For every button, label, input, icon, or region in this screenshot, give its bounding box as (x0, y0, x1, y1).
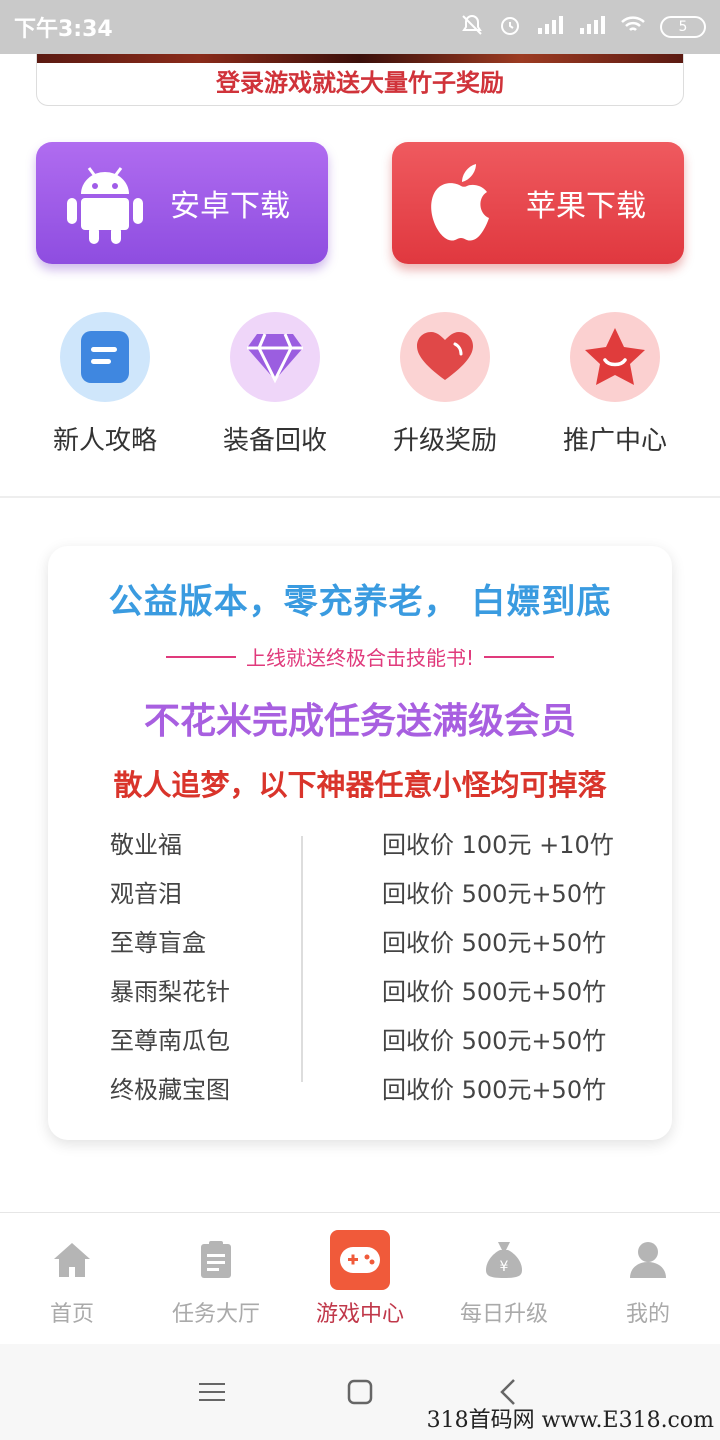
mute-icon (460, 13, 484, 42)
apple-icon (416, 158, 506, 248)
quick-link-label: 升级奖励 (392, 426, 497, 456)
item-price: 回收价 500元+50竹 (382, 1027, 607, 1055)
list-item: 暴雨梨花针 回收价 500元+50竹 (110, 965, 650, 1014)
quick-link-reward[interactable]: 升级奖励 (360, 312, 530, 457)
signal-icon-1 (536, 14, 564, 41)
promo-subtitle: 上线就送终极合击技能书! (245, 646, 475, 670)
promo-vip: 不花米完成任务送满级会员 (143, 701, 576, 742)
battery-icon: 5 (660, 16, 706, 38)
item-price: 回收价 500元+50竹 (382, 1076, 607, 1104)
quick-link-label: 装备回收 (222, 426, 327, 456)
item-price: 回收价 500元+50竹 (382, 880, 607, 908)
apple-download-label: 苹果下载 (526, 189, 646, 224)
promo-banner[interactable]: 登录游戏就送大量竹子奖励 (36, 54, 684, 106)
promo-drop: 散人追梦，以下神器任意小怪均可掉落 (113, 768, 607, 802)
android-download-button[interactable]: 安卓下载 (36, 142, 328, 264)
alarm-icon (498, 13, 522, 42)
wifi-icon (620, 14, 646, 41)
status-icons: 5 (460, 13, 706, 42)
apple-download-button[interactable]: 苹果下载 (392, 142, 684, 264)
tab-tasks[interactable]: 任务大厅 (144, 1213, 288, 1344)
list-item: 敬业福 回收价 100元 +10竹 (110, 818, 650, 867)
svg-text:¥: ¥ (500, 1259, 509, 1275)
promo-subtitle-row: 上线就送终极合击技能书! (48, 642, 672, 671)
user-icon (618, 1230, 678, 1290)
item-name: 观音泪 (110, 880, 182, 908)
status-bar: 下午3:34 5 (0, 0, 720, 54)
android-download-label: 安卓下载 (170, 189, 290, 224)
promo-card: 公益版本，零充养老， 白嫖到底 上线就送终极合击技能书! 不花米完成任务送满级会… (48, 546, 672, 1140)
doc-icon (60, 312, 150, 402)
item-price: 回收价 500元+50竹 (382, 978, 607, 1006)
tab-profile[interactable]: 我的 (576, 1213, 720, 1344)
list-item: 观音泪 回收价 500元+50竹 (110, 867, 650, 916)
home-icon (42, 1230, 102, 1290)
tab-label: 首页 (49, 1301, 94, 1327)
tab-label: 每日升级 (459, 1301, 548, 1327)
promo-slogan: 公益版本，零充养老， 白嫖到底 (108, 582, 612, 622)
subtitle-right-rule (484, 655, 555, 658)
status-time: 下午3:34 (14, 17, 113, 42)
tab-label: 游戏中心 (315, 1301, 404, 1327)
item-name: 敬业福 (110, 831, 182, 859)
item-name: 至尊盲盒 (110, 929, 206, 957)
item-name: 暴雨梨花针 (110, 978, 230, 1006)
subtitle-left-rule (165, 655, 236, 658)
list-item: 至尊南瓜包 回收价 500元+50竹 (110, 1014, 650, 1063)
clipboard-icon (186, 1230, 246, 1290)
tab-game-center[interactable]: 游戏中心 (288, 1213, 432, 1344)
tab-daily-upgrade[interactable]: ¥ 每日升级 (432, 1213, 576, 1344)
banner-art (37, 54, 683, 63)
signal-icon-2 (578, 14, 606, 41)
item-name: 终极藏宝图 (110, 1076, 230, 1104)
star-icon (570, 312, 660, 402)
quick-link-label: 新人攻略 (52, 426, 157, 456)
money-bag-icon: ¥ (474, 1230, 534, 1290)
item-price: 回收价 500元+50竹 (382, 929, 607, 957)
android-icon (60, 158, 150, 248)
item-name: 至尊南瓜包 (110, 1027, 230, 1055)
list-item: 终极藏宝图 回收价 500元+50竹 (110, 1063, 650, 1112)
tab-label: 任务大厅 (171, 1301, 260, 1327)
gamepad-icon (330, 1229, 390, 1290)
heart-icon (400, 312, 490, 402)
quick-link-label: 推广中心 (562, 426, 667, 456)
item-price: 回收价 100元 +10竹 (382, 831, 614, 859)
menu-icon[interactable] (192, 1372, 232, 1412)
diamond-icon (230, 312, 320, 402)
bottom-tab-bar: 首页 任务大厅 游戏中心 ¥ 每日升级 我的 (0, 1212, 720, 1344)
quick-links: 新人攻略 装备回收 升级奖励 推广中心 (20, 312, 700, 457)
item-list: 敬业福 回收价 100元 +10竹 观音泪 回收价 500元+50竹 至尊盲盒 回收价… (110, 818, 650, 1112)
quick-link-recycle[interactable]: 装备回收 (190, 312, 360, 457)
watermark: 318首码网 www.E318.com (426, 1408, 714, 1433)
quick-link-guide[interactable]: 新人攻略 (20, 312, 190, 457)
home-square-icon[interactable] (340, 1372, 380, 1412)
banner-text: 登录游戏就送大量竹子奖励 (216, 69, 504, 97)
tab-label: 我的 (625, 1301, 670, 1327)
quick-link-promotion[interactable]: 推广中心 (530, 312, 700, 457)
list-item: 至尊盲盒 回收价 500元+50竹 (110, 916, 650, 965)
tab-home[interactable]: 首页 (0, 1213, 144, 1344)
section-divider (0, 496, 720, 498)
